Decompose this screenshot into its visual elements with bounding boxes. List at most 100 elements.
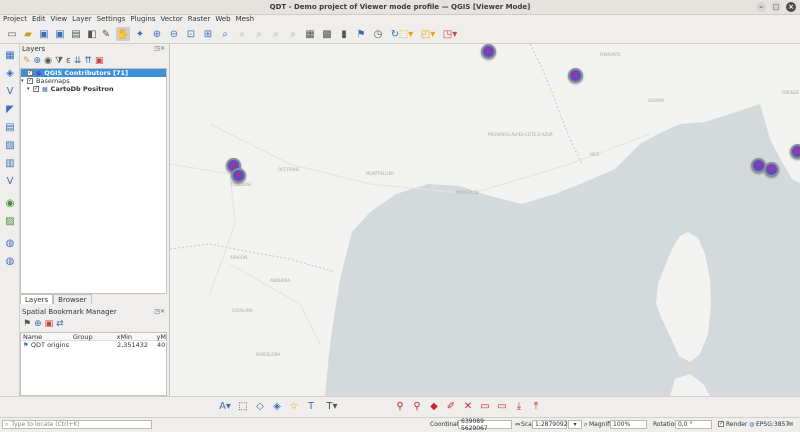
add-layer-icon[interactable]: ◈	[3, 66, 17, 80]
add-virtual-layer-icon[interactable]: ▨	[3, 214, 17, 228]
zoom-rubberband-icon[interactable]: ⊡	[184, 27, 198, 41]
zoom-full-icon[interactable]: ⊞	[201, 27, 215, 41]
add-raster-layer-icon[interactable]: ◤	[3, 102, 17, 116]
add-mesh-layer-icon[interactable]: ▤	[3, 120, 17, 134]
select-by-value-icon[interactable]: ◰▾	[418, 27, 438, 41]
menu-view[interactable]: View	[51, 15, 68, 25]
menu-plugins[interactable]: Plugins	[130, 15, 155, 25]
open-layer-styling-icon[interactable]: ✎	[23, 56, 31, 66]
layer-row-qgis-contributors[interactable]: ✓ ● QGIS Contributors [71]	[21, 69, 166, 77]
new-3d-view-icon[interactable]: ▩	[320, 27, 334, 41]
new-map-view-icon[interactable]: ▦	[303, 27, 317, 41]
contributor-marker[interactable]: +	[764, 162, 779, 177]
expand-all-icon[interactable]: ⇊	[74, 56, 82, 66]
layer-visibility-checkbox[interactable]: ✓	[27, 70, 33, 76]
import-export-icon[interactable]: ⇄	[56, 319, 64, 329]
style-manager-icon[interactable]: ✎	[99, 27, 113, 41]
show-bookmarks-icon[interactable]: ⚑	[354, 27, 368, 41]
remove-layer-icon[interactable]: ▣	[95, 56, 104, 66]
filter-legend-icon[interactable]: ⧩	[55, 56, 63, 66]
menu-settings[interactable]: Settings	[97, 15, 126, 25]
scale-field[interactable]: 1:2879092	[532, 420, 568, 429]
contributor-marker[interactable]: +	[481, 44, 496, 59]
select-annotation-icon[interactable]: ⬚	[236, 399, 250, 413]
export-drawing-icon[interactable]: ⤒	[529, 399, 543, 413]
add-line-icon[interactable]: ⚲	[410, 399, 424, 413]
deselect-all-icon[interactable]: ◳▾	[440, 27, 460, 41]
pan-icon[interactable]: ✋	[116, 27, 130, 41]
menu-edit[interactable]: Edit	[32, 15, 46, 25]
zoom-last-icon[interactable]: ⌕	[269, 27, 283, 41]
menu-mesh[interactable]: Mesh	[236, 15, 254, 25]
group-visibility-checkbox[interactable]: ✓	[27, 78, 33, 84]
save-as-icon[interactable]: ▣	[53, 27, 67, 41]
collapse-all-icon[interactable]: ⇈	[84, 56, 92, 66]
zoom-layer-icon[interactable]: ⌕	[235, 27, 249, 41]
add-bookmark-icon[interactable]: ⚑	[23, 319, 31, 329]
zoom-selection-icon[interactable]: ⌕	[218, 27, 232, 41]
move-label-icon[interactable]: T	[304, 399, 318, 413]
crs-label[interactable]: EPSG:3857	[756, 421, 789, 428]
menu-raster[interactable]: Raster	[188, 15, 211, 25]
render-checkbox[interactable]: ✓	[718, 421, 724, 427]
minimize-icon[interactable]: –	[756, 2, 766, 12]
vertex-tool-icon[interactable]: ◈	[270, 399, 284, 413]
dock-float-close-icon[interactable]: ◳×	[154, 45, 165, 52]
add-geopackage-icon[interactable]: ▥	[3, 156, 17, 170]
add-spatialite-icon[interactable]: V	[3, 174, 17, 188]
layer-visibility-checkbox[interactable]: ✓	[33, 86, 39, 92]
scale-lock-icon[interactable]: ▾	[568, 420, 582, 429]
menu-vector[interactable]: Vector	[160, 15, 182, 25]
menu-web[interactable]: Web	[215, 15, 230, 25]
label-tool-icon[interactable]: T▾	[321, 399, 343, 413]
temporal-controller-icon[interactable]: ◷	[371, 27, 385, 41]
layer-group-basemaps[interactable]: ▾ ✓ Basemaps	[21, 77, 166, 85]
add-wfs-icon[interactable]: ◍	[3, 254, 17, 268]
add-postgis-icon[interactable]: ◉	[3, 196, 17, 210]
delete-drawing-icon[interactable]: ✕	[461, 399, 475, 413]
delete-bookmark-icon[interactable]: ▣	[45, 319, 54, 329]
bookmark-row[interactable]: ⚑ QDT origins 2,351432 40	[21, 341, 166, 349]
pin-labels-icon[interactable]: ☆	[287, 399, 301, 413]
map-canvas[interactable]: PIEMONTE PROVENCE-ALPES-CÔTE D'AZUR OCCI…	[169, 44, 800, 396]
contributor-marker[interactable]: +	[790, 144, 800, 159]
add-wms-icon[interactable]: ◍	[3, 236, 17, 250]
layout-manager-icon[interactable]: ◧	[85, 27, 99, 41]
add-delimited-text-icon[interactable]: ▧	[3, 138, 17, 152]
tab-browser[interactable]: Browser	[53, 294, 92, 304]
data-source-manager-icon[interactable]: ▦	[3, 48, 17, 62]
add-vector-layer-icon[interactable]: V	[3, 84, 17, 98]
edit-drawing-icon[interactable]: ✐	[444, 399, 458, 413]
new-bookmark-icon[interactable]: ▮	[337, 27, 351, 41]
contributor-marker[interactable]: +	[568, 68, 583, 83]
tab-layers[interactable]: Layers	[20, 294, 54, 304]
rotation-field[interactable]: 0,0 °	[675, 420, 712, 429]
add-polygon-icon[interactable]: ◆	[427, 399, 441, 413]
layer-row-cartodb-positron[interactable]: ▾ ✓ ▦ CartoDb Positron	[21, 85, 166, 93]
save-project-icon[interactable]: ▣	[37, 27, 51, 41]
select-features-icon[interactable]: ⬚▾	[396, 27, 416, 41]
zoom-out-icon[interactable]: ⊖	[167, 27, 181, 41]
magnifier-field[interactable]: 100%	[610, 420, 647, 429]
add-marker-icon[interactable]: ⚲	[393, 399, 407, 413]
close-icon[interactable]: ×	[786, 2, 796, 12]
open-project-icon[interactable]: ▰	[21, 27, 35, 41]
print-layout-icon[interactable]: ▤	[69, 27, 83, 41]
annotation-text-icon[interactable]: A▾	[216, 399, 234, 413]
zoom-in-icon[interactable]: ⊕	[150, 27, 164, 41]
manage-map-themes-icon[interactable]: ◉	[44, 56, 52, 66]
pan-to-selection-icon[interactable]: ✦	[133, 27, 147, 41]
filter-expression-icon[interactable]: ε	[66, 56, 71, 66]
contributor-marker[interactable]: +	[231, 168, 246, 183]
messages-icon[interactable]: ✉	[788, 421, 793, 428]
add-group-icon[interactable]: ⊕	[34, 56, 42, 66]
zoom-to-bookmark-icon[interactable]: ⊕	[34, 319, 42, 329]
coordinate-field[interactable]: 639089 5629067	[458, 418, 512, 432]
locator-search-input[interactable]: ⌕ Type to locate (Ctrl+K)	[2, 420, 152, 429]
menu-project[interactable]: Project	[3, 15, 27, 25]
import-drawing-icon[interactable]: ⤓	[512, 399, 526, 413]
menu-layer[interactable]: Layer	[72, 15, 92, 25]
drawing-properties-icon[interactable]: ▭	[478, 399, 492, 413]
zoom-next-icon[interactable]: ⌕	[286, 27, 300, 41]
clear-drawings-icon[interactable]: ▭	[495, 399, 509, 413]
